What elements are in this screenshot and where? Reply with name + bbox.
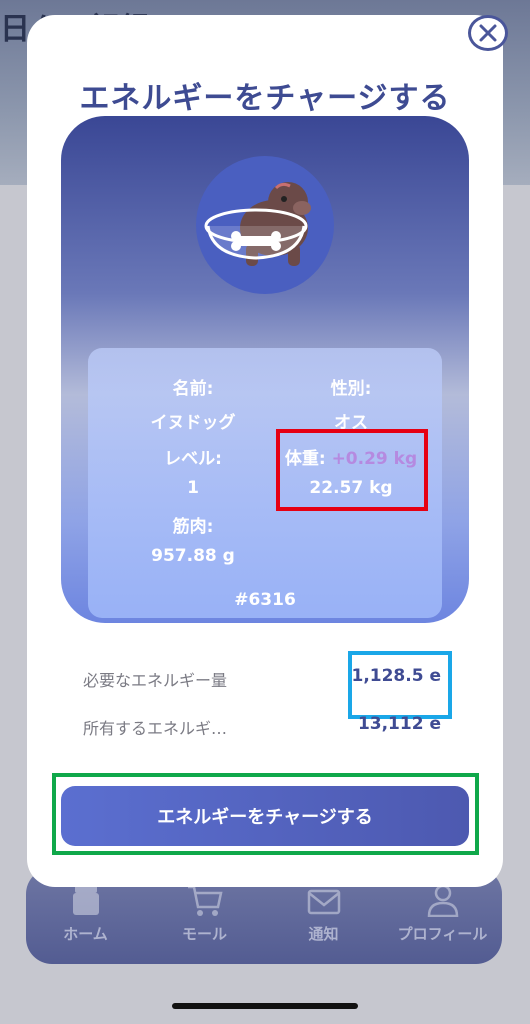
pet-name-label: 名前:	[172, 379, 214, 399]
tab-profile-label: プロフィール	[397, 925, 488, 943]
tab-profile[interactable]: プロフィール	[388, 883, 498, 944]
pet-level-value: 1	[187, 478, 199, 498]
home-indicator	[172, 1003, 358, 1009]
close-button[interactable]	[468, 15, 508, 51]
cart-icon	[187, 885, 223, 916]
close-icon	[479, 24, 497, 42]
dog-bowl-icon	[204, 182, 311, 266]
highlight-weight-box	[276, 429, 428, 511]
owned-energy-label: 所有するエネルギ…	[83, 719, 228, 738]
user-icon	[427, 884, 458, 917]
tab-home-label: ホーム	[63, 925, 108, 943]
owned-energy-value: 13,112 e	[357, 714, 441, 734]
modal-title: エネルギーをチャージする	[79, 81, 451, 116]
highlight-required-energy-box	[348, 651, 452, 719]
tab-mall-label: モール	[181, 925, 227, 943]
pet-muscle-label: 筋肉:	[172, 517, 214, 537]
tab-home[interactable]: ホーム	[31, 883, 141, 944]
home-icon	[72, 885, 99, 915]
tab-mall[interactable]: モール	[150, 883, 260, 944]
charge-energy-button[interactable]: エネルギーをチャージする	[61, 786, 469, 846]
tab-notifications-label: 通知	[308, 925, 339, 943]
required-energy-label: 必要なエネルギー量	[83, 671, 228, 690]
pet-name-value: イヌドッグ	[150, 413, 236, 433]
pet-id: #6316	[234, 590, 296, 610]
pet-level-label: レベル:	[164, 449, 222, 469]
charge-energy-modal: エネルギーをチャージする 名前: イヌドッグ レベル: 1 筋肉: 957.88…	[27, 15, 508, 887]
tab-notifications[interactable]: 通知	[269, 883, 379, 944]
pet-card: 名前: イヌドッグ レベル: 1 筋肉: 957.88 g 性別: オス 体重:…	[61, 116, 469, 623]
pet-gender-label: 性別:	[330, 379, 372, 399]
mail-icon	[307, 889, 340, 915]
pet-muscle-value: 957.88 g	[151, 546, 235, 566]
pet-avatar	[196, 156, 334, 294]
